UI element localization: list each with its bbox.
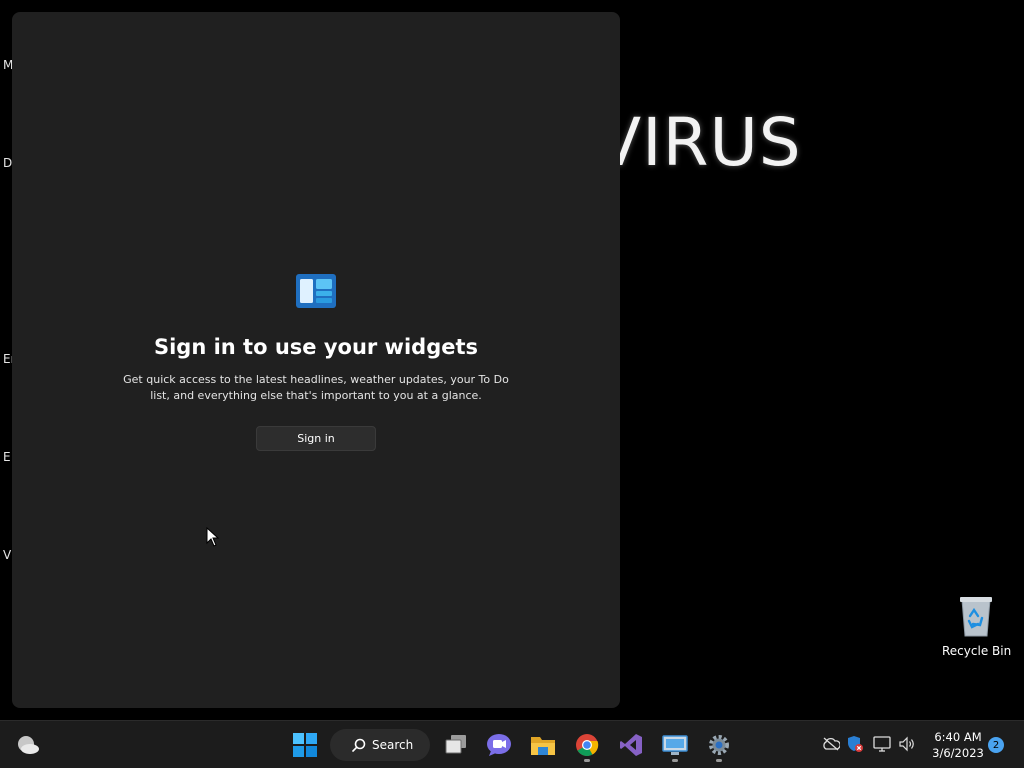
task-view-icon	[445, 735, 466, 754]
start-icon	[293, 733, 317, 757]
network-icon	[873, 736, 891, 752]
desktop-icon-label[interactable]: D	[3, 156, 12, 170]
volume-icon	[899, 736, 914, 752]
taskbar: Search 6:40 AM 3/6/2023 2	[0, 720, 1024, 768]
visual-studio-icon	[620, 734, 642, 756]
widgets-signin-title: Sign in to use your widgets	[153, 335, 479, 359]
recycle-bin-shortcut[interactable]: Recycle Bin	[942, 594, 1012, 658]
widgets-signin-description: Get quick access to the latest headlines…	[123, 373, 509, 402]
volume-button[interactable]	[898, 735, 916, 753]
visual-studio-button[interactable]	[614, 728, 648, 762]
clock-time: 6:40 AM	[934, 730, 982, 744]
security-icon	[848, 736, 863, 752]
recycle-bin-label: Recycle Bin	[942, 644, 1012, 658]
desktop-icon-label[interactable]: E	[3, 450, 11, 464]
search-label: Search	[372, 738, 414, 752]
cloud-offline-icon	[823, 737, 840, 751]
start-button[interactable]	[288, 728, 322, 762]
chrome-icon	[576, 734, 599, 756]
notification-badge[interactable]: 2	[988, 737, 1004, 753]
weather-widget-button[interactable]	[11, 728, 45, 762]
task-view-button[interactable]	[439, 728, 473, 762]
running-indicator	[584, 759, 590, 762]
settings-icon	[709, 735, 729, 755]
chrome-button[interactable]	[570, 728, 604, 762]
file-explorer-button[interactable]	[526, 728, 560, 762]
file-explorer-icon	[531, 737, 555, 755]
recycle-bin-icon	[960, 597, 992, 637]
clock-date: 3/6/2023	[932, 746, 984, 760]
remote-desktop-button[interactable]	[658, 728, 692, 762]
remote-desktop-icon	[662, 735, 688, 755]
settings-button[interactable]	[702, 728, 736, 762]
desktop-icon-label[interactable]: V	[3, 548, 11, 562]
widgets-panel: Sign in to use your widgets Get quick ac…	[12, 12, 620, 708]
chat-icon	[487, 734, 511, 756]
sign-in-button[interactable]: Sign in	[256, 426, 376, 451]
windows-security-button[interactable]	[846, 735, 864, 753]
chat-button[interactable]	[482, 728, 516, 762]
search-icon	[352, 738, 366, 752]
wallpaper-text: VIRUS	[596, 104, 802, 181]
running-indicator	[716, 759, 722, 762]
network-button[interactable]	[873, 735, 891, 753]
clock-button[interactable]: 6:40 AM 3/6/2023	[926, 729, 990, 761]
mouse-cursor-icon	[206, 527, 220, 547]
taskbar-search-button[interactable]: Search	[330, 729, 430, 761]
onedrive-button[interactable]	[822, 735, 840, 753]
running-indicator	[672, 759, 678, 762]
widgets-icon	[296, 274, 336, 308]
weather-icon	[18, 736, 39, 754]
